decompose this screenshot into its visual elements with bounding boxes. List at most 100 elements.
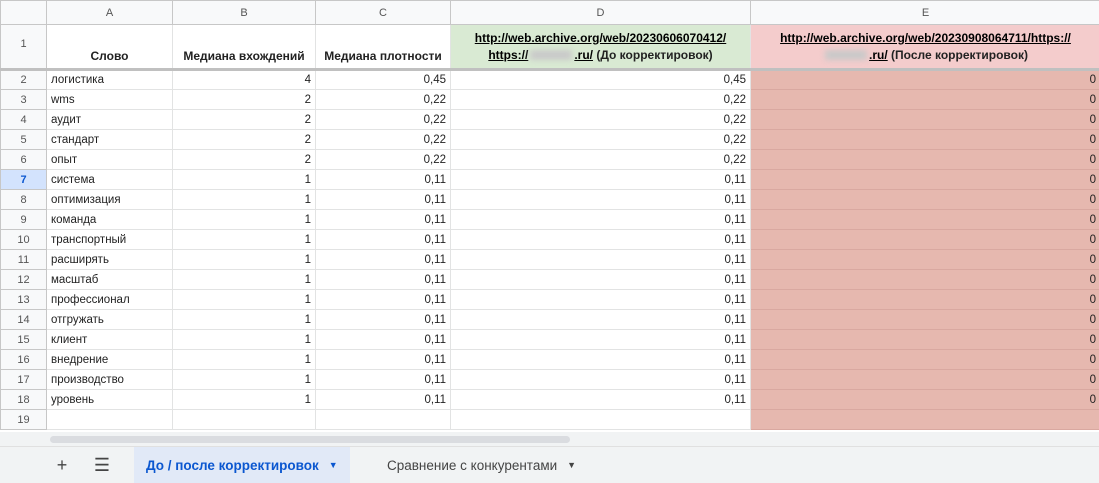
cell-word[interactable]: опыт (46, 149, 173, 170)
cell-median-density[interactable]: 0,11 (315, 269, 451, 290)
cell-median-density[interactable]: 0,11 (315, 309, 451, 330)
cell-word[interactable]: производство (46, 369, 173, 390)
column-header-b[interactable]: B (172, 0, 316, 25)
column-header-e[interactable]: E (750, 0, 1099, 25)
cell-median-occurrences[interactable]: 1 (172, 209, 316, 230)
cell-word[interactable]: стандарт (46, 129, 173, 150)
cell-median-occurrences[interactable]: 1 (172, 169, 316, 190)
cell-word[interactable]: оптимизация (46, 189, 173, 210)
cell-after[interactable]: 0 (750, 349, 1099, 370)
cell-after[interactable]: 0 (750, 109, 1099, 130)
menu-icon[interactable]: ☰ (88, 451, 116, 479)
cell-median-occurrences[interactable]: 1 (172, 349, 316, 370)
cell-before[interactable]: 0,11 (450, 189, 751, 210)
cell-median-density[interactable]: 0,45 (315, 69, 451, 90)
tab-before-after[interactable]: До / после корректировок ▼ (134, 447, 350, 483)
cell-median-occurrences[interactable]: 1 (172, 289, 316, 310)
cell-after[interactable]: 0 (750, 129, 1099, 150)
row-header[interactable]: 6 (0, 149, 47, 170)
row-header[interactable]: 11 (0, 249, 47, 270)
cell-after[interactable]: 0 (750, 69, 1099, 90)
cell-word[interactable]: внедрение (46, 349, 173, 370)
header-url-before[interactable]: http://web.archive.org/web/2023060607041… (450, 24, 751, 71)
row-header[interactable]: 17 (0, 369, 47, 390)
cell-word[interactable]: уровень (46, 389, 173, 410)
cell-median-occurrences[interactable]: 1 (172, 269, 316, 290)
caret-down-icon[interactable]: ▼ (567, 460, 576, 470)
cell-median-density[interactable]: 0,11 (315, 249, 451, 270)
header-word[interactable]: Слово (46, 24, 173, 71)
cell-median-occurrences[interactable]: 1 (172, 189, 316, 210)
cell-median-occurrences[interactable]: 2 (172, 129, 316, 150)
cell-median-density[interactable]: 0,22 (315, 89, 451, 110)
cell-after[interactable]: 0 (750, 389, 1099, 410)
cell-word[interactable]: транспортный (46, 229, 173, 250)
cell-word[interactable]: расширять (46, 249, 173, 270)
row-header[interactable]: 19 (0, 409, 47, 430)
cell-after[interactable]: 0 (750, 369, 1099, 390)
row-header[interactable]: 10 (0, 229, 47, 250)
row-header[interactable]: 7 (0, 169, 47, 190)
cell-median-occurrences[interactable]: 1 (172, 309, 316, 330)
header-median-density[interactable]: Медиана плотности (315, 24, 451, 71)
cell-before[interactable]: 0,11 (450, 329, 751, 350)
cell-median-occurrences[interactable]: 4 (172, 69, 316, 90)
cell-median-density[interactable]: 0,22 (315, 149, 451, 170)
spreadsheet-grid[interactable]: A B C D E 1 Слово Медиана вхождений Меди… (0, 0, 1099, 436)
row-header[interactable]: 14 (0, 309, 47, 330)
row-header[interactable]: 2 (0, 69, 47, 90)
column-header-c[interactable]: C (315, 0, 451, 25)
row-header[interactable]: 16 (0, 349, 47, 370)
cell-word[interactable]: логистика (46, 69, 173, 90)
cell-after[interactable]: 0 (750, 249, 1099, 270)
cell-median-density[interactable]: 0,11 (315, 209, 451, 230)
cell-median-density[interactable]: 0,11 (315, 389, 451, 410)
cell-before[interactable]: 0,11 (450, 269, 751, 290)
cell-word[interactable]: система (46, 169, 173, 190)
cell-median-density[interactable]: 0,22 (315, 109, 451, 130)
column-header-a[interactable]: A (46, 0, 173, 25)
horizontal-scrollbar[interactable] (50, 436, 570, 443)
cell-median-occurrences[interactable]: 2 (172, 109, 316, 130)
row-header[interactable]: 12 (0, 269, 47, 290)
cell-after[interactable]: 0 (750, 269, 1099, 290)
cell-after[interactable]: 0 (750, 309, 1099, 330)
cell-before[interactable]: 0,11 (450, 229, 751, 250)
cell-median-occurrences[interactable]: 2 (172, 149, 316, 170)
cell-after[interactable] (750, 409, 1099, 430)
cell-word[interactable]: команда (46, 209, 173, 230)
cell-median-density[interactable]: 0,11 (315, 369, 451, 390)
cell-before[interactable]: 0,11 (450, 369, 751, 390)
cell-median-density[interactable]: 0,11 (315, 289, 451, 310)
cell-after[interactable]: 0 (750, 289, 1099, 310)
row-header[interactable]: 3 (0, 89, 47, 110)
cell-median-occurrences[interactable]: 2 (172, 89, 316, 110)
cell-after[interactable]: 0 (750, 229, 1099, 250)
cell-word[interactable]: wms (46, 89, 173, 110)
cell-word[interactable]: масштаб (46, 269, 173, 290)
cell-median-occurrences[interactable]: 1 (172, 229, 316, 250)
cell-before[interactable]: 0,22 (450, 129, 751, 150)
column-header-d[interactable]: D (450, 0, 751, 25)
cell-before[interactable]: 0,11 (450, 209, 751, 230)
cell-before[interactable]: 0,11 (450, 309, 751, 330)
cell-median-occurrences[interactable]: 1 (172, 389, 316, 410)
row-header[interactable]: 8 (0, 189, 47, 210)
cell-before[interactable]: 0,22 (450, 149, 751, 170)
cell-median-occurrences[interactable] (172, 409, 316, 430)
cell-median-density[interactable]: 0,11 (315, 169, 451, 190)
row-header[interactable]: 18 (0, 389, 47, 410)
cell-median-density[interactable]: 0,11 (315, 229, 451, 250)
cell-before[interactable] (450, 409, 751, 430)
row-header[interactable]: 4 (0, 109, 47, 130)
row-header[interactable]: 9 (0, 209, 47, 230)
header-url-after[interactable]: http://web.archive.org/web/2023090806471… (750, 24, 1099, 71)
cell-after[interactable]: 0 (750, 149, 1099, 170)
cell-word[interactable]: отгружать (46, 309, 173, 330)
row-header[interactable]: 13 (0, 289, 47, 310)
cell-before[interactable]: 0,11 (450, 349, 751, 370)
cell-after[interactable]: 0 (750, 89, 1099, 110)
cell-before[interactable]: 0,11 (450, 169, 751, 190)
cell-word[interactable]: аудит (46, 109, 173, 130)
cell-before[interactable]: 0,22 (450, 109, 751, 130)
